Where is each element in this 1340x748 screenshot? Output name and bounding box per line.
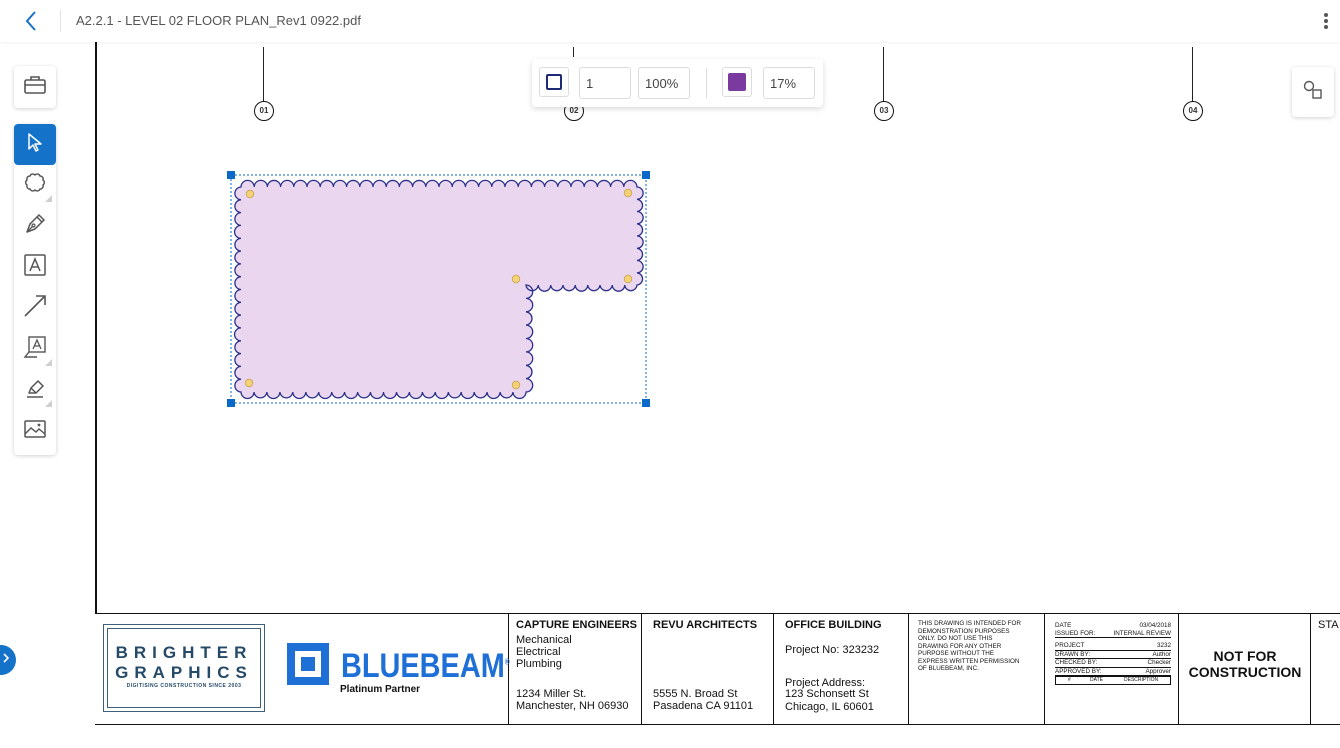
vertex-handle[interactable] (623, 274, 633, 284)
stamp-label-partial: STA (1318, 619, 1339, 631)
line-width-input[interactable]: 1 (579, 67, 631, 99)
vertex-handle[interactable] (511, 274, 521, 284)
project-address: 123 Schonsett St (785, 688, 869, 700)
architect-address: 5555 N. Broad St (653, 688, 738, 700)
info-row: PROJECT 3232 (1055, 642, 1171, 651)
pen-icon (23, 212, 47, 241)
toolbox-panel (14, 66, 56, 108)
resize-handle[interactable] (642, 399, 650, 407)
vertex-handle[interactable] (623, 188, 633, 198)
architect-name: REVU ARCHITECTS (653, 619, 758, 631)
document-title: A2.2.1 - LEVEL 02 FLOOR PLAN_Rev1 0922.p… (76, 13, 361, 28)
info-table: DATE 03/04/2018 ISSUED FOR: INTERNAL REVIE… (1055, 622, 1171, 685)
stroke-color-button[interactable] (539, 67, 569, 97)
callout-tool[interactable] (14, 329, 56, 370)
resize-handle[interactable] (227, 171, 235, 179)
vertex-handle[interactable] (511, 380, 521, 390)
engineer-service: Electrical (516, 646, 561, 658)
cursor-icon (24, 131, 46, 158)
engineer-cell: CAPTURE ENGINEERS Mechanical Electrical … (509, 614, 642, 724)
project-address: Chicago, IL 60601 (785, 701, 874, 713)
revision-header: # DATE DESCRIPTION (1055, 676, 1171, 685)
info-row: ISSUED FOR: INTERNAL REVIEW (1055, 629, 1171, 638)
project-cell: OFFICE BUILDING Project No: 323232 Proje… (774, 614, 909, 724)
fill-color-swatch (728, 73, 746, 91)
highlighter-tool[interactable] (14, 370, 56, 411)
status-cell: NOT FOR CONSTRUCTION (1179, 614, 1311, 724)
title-block: BRIGHTER GRAPHICS DIGITISING CONSTRUCTIO… (95, 613, 1340, 725)
callout-icon (23, 335, 47, 364)
stroke-opacity-input[interactable]: 100% (638, 67, 690, 99)
engineer-address: Manchester, NH 06930 (516, 700, 629, 712)
architect-address: Pasadena CA 91101 (653, 700, 754, 712)
arrow-tool[interactable] (14, 288, 56, 329)
resize-handle[interactable] (227, 399, 235, 407)
submenu-indicator (45, 359, 52, 366)
bluebeam-logo-mark (287, 643, 329, 685)
vertex-handle[interactable] (244, 378, 254, 388)
cloud-tool[interactable] (14, 165, 56, 206)
header-divider (60, 10, 61, 32)
vertex-handle[interactable] (245, 189, 255, 199)
engineer-service: Mechanical (516, 634, 572, 646)
fill-opacity-input[interactable]: 17% (763, 67, 815, 99)
properties-bar: 1 100% 17% (532, 59, 823, 107)
logos-cell: BRIGHTER GRAPHICS DIGITISING CONSTRUCTIO… (95, 614, 510, 724)
bluebeam-wordmark: BLUEBEAM® (341, 647, 510, 685)
arrow-icon (22, 293, 48, 324)
logo-line-1: BRIGHTER (115, 643, 253, 662)
text-box-icon (23, 253, 47, 282)
bluebeam-partner-label: Platinum Partner (340, 684, 421, 695)
pen-tool[interactable] (14, 206, 56, 247)
engineer-name: CAPTURE ENGINEERS (516, 619, 638, 631)
logo-line-2: GRAPHICS (115, 663, 253, 682)
info-row: CHECKED BY: Checker (1055, 659, 1171, 668)
briefcase-icon (23, 74, 47, 101)
submenu-indicator (45, 195, 52, 202)
markup-tools (14, 124, 56, 455)
logo-tagline: DIGITISING CONSTRUCTION SINCE 2003 (126, 683, 242, 689)
back-icon[interactable] (20, 9, 44, 33)
text-box-tool[interactable] (14, 247, 56, 288)
architect-cell: REVU ARCHITECTS 5555 N. Broad St Pasaden… (642, 614, 774, 724)
cloud-markup[interactable] (233, 179, 644, 400)
stroke-color-swatch (546, 74, 562, 90)
top-bar: A2.2.1 - LEVEL 02 FLOOR PLAN_Rev1 0922.p… (0, 0, 1340, 42)
info-row: DRAWN BY: Author (1055, 650, 1171, 659)
image-icon (23, 418, 47, 445)
info-row: DATE 03/04/2018 (1055, 622, 1171, 629)
more-options-icon[interactable] (1322, 11, 1330, 31)
submenu-indicator (45, 400, 52, 407)
disclaimer-text: THIS DRAWING IS INTENDED FOR DEMONSTRATI… (918, 620, 1021, 672)
image-tool[interactable] (14, 411, 56, 452)
resize-handle[interactable] (642, 171, 650, 179)
chevron-right-icon (1, 651, 11, 669)
select-tool[interactable] (14, 124, 56, 165)
engineer-address: 1234 Miller St. (516, 688, 587, 700)
props-divider (706, 68, 707, 98)
engineer-service: Plumbing (516, 658, 562, 670)
toolbox-button[interactable] (14, 66, 56, 108)
info-cell: DATE 03/04/2018 ISSUED FOR: INTERNAL REVIE… (1045, 614, 1179, 724)
info-row: APPROVED BY: Approver (1055, 667, 1171, 676)
brighter-graphics-logo: BRIGHTER GRAPHICS DIGITISING CONSTRUCTIO… (103, 624, 265, 712)
shapes-icon (1301, 78, 1325, 107)
disclaimer-cell: THIS DRAWING IS INTENDED FOR DEMONSTRATI… (909, 614, 1045, 724)
project-number: Project No: 323232 (785, 644, 880, 656)
fill-color-button[interactable] (722, 67, 752, 97)
highlighter-icon (23, 376, 47, 405)
shapes-button[interactable] (1292, 67, 1334, 117)
status-stamp: NOT FOR CONSTRUCTION (1188, 648, 1302, 680)
project-title: OFFICE BUILDING (785, 619, 882, 631)
